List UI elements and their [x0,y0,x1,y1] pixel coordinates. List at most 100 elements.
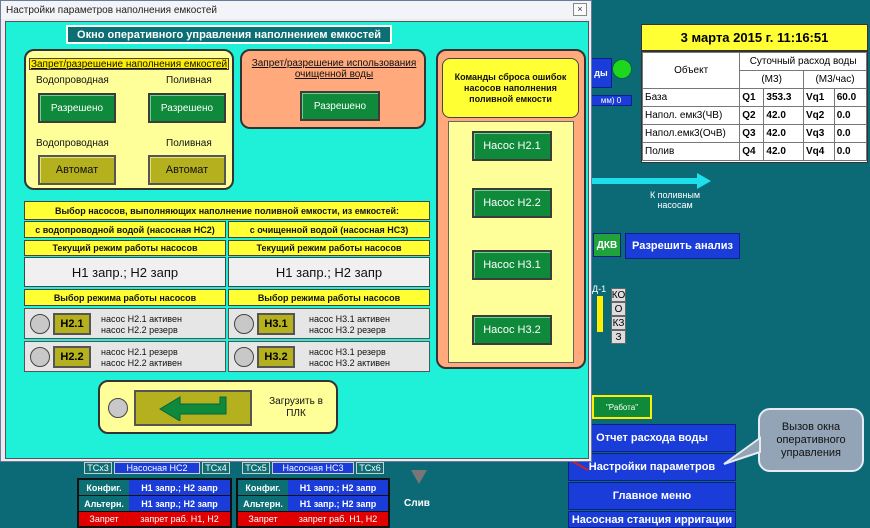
water-consumption-table: Объект Суточный расход воды (М3) (М3/час… [641,51,868,163]
status-indicator-icon [612,59,632,79]
tap-auto-button[interactable]: Автомат [38,155,116,185]
irrigation-label-2: Поливная [166,138,212,149]
fill-permission-title: Запрет/разрешение наполнения емкостей [29,58,229,70]
mode-option-h32: Н3.2 насос Н3.1 резерв насос Н3.2 активен [228,341,430,372]
station-ns3-label: Насосная НС3 [272,462,354,474]
pump-selection-title: Выбор насосов, выполняющих наполнение по… [24,201,430,220]
table-row: База Q1 353.3 Vq1 60.0 [641,88,868,107]
station-ns2-label: Насосная НС2 [114,462,200,474]
select-h31-button[interactable]: Н3.1 [257,313,295,335]
load-plc-label: Загрузить в ПЛК [269,396,323,419]
fill-permission-panel: Запрет/разрешение наполнения емкостей Во… [24,49,234,190]
mode-description: насос Н3.1 активен насос Н3.2 резерв [309,314,390,335]
clean-water-panel: Запрет/разрешение использования очищенно… [240,49,426,129]
list-item: Запрет запрет раб. Н1, Н2 [79,512,230,526]
select-h21-button[interactable]: Н2.1 [53,313,91,335]
irrigation-label: Поливная [166,75,212,86]
tap-fill-allowed-button[interactable]: Разрешено [38,93,116,123]
tcs6-label: ТСх6 [356,462,384,474]
right-source-label: с очищенной водой (насосная НС3) [228,221,430,238]
left-source-label: с водопроводной водой (насосная НС2) [24,221,226,238]
pipe [592,178,697,184]
ns3-status-panel: Конфиг. Н1 запр.; Н2 запр Альтерн. Н1 запр… [236,478,390,528]
mode-option-h31: Н3.1 насос Н3.1 активен насос Н3.2 резерв [228,308,430,339]
mode-description: насос Н3.1 резерв насос Н3.2 активен [309,347,390,368]
clean-water-allowed-button[interactable]: Разрешено [300,91,380,121]
tcs5-label: ТСх5 [242,462,270,474]
list-item: Запрет запрет раб. Н1, Н2 [238,512,388,526]
dkv-indicator: ДКВ [593,233,621,257]
mode-option-h22: Н2.2 насос Н2.1 резерв насос Н2.2 активен [24,341,226,372]
main-menu-button[interactable]: Главное меню [568,482,736,510]
settings-button[interactable]: Настройки параметров [568,453,736,481]
list-item: Конфиг. Н1 запр.; Н2 запр [238,480,388,495]
water-report-button[interactable]: Отчет расхода воды [568,424,736,452]
irrigation-station-button[interactable]: Насосная станция ирригации [568,511,736,528]
irrigation-auto-button[interactable]: Автомат [148,155,226,185]
right-current-mode-label: Текущий режим работы насосов [228,240,430,256]
reset-pump-h21-button[interactable]: Насос Н2.1 [472,131,552,161]
load-plc-panel: Загрузить в ПЛК [98,380,338,434]
col-daily: Суточный расход воды [739,52,867,71]
right-current-mode: Н1 запр.; Н2 запр [228,257,430,287]
radio-indicator-icon[interactable] [234,347,254,367]
left-select-mode-label: Выбор режима работы насосов [24,289,226,306]
load-plc-button[interactable] [134,390,252,426]
list-item: Конфиг. Н1 запр.; Н2 запр [79,480,230,495]
settings-dialog: Настройки параметров наполнения емкостей… [0,0,592,462]
reset-pump-h22-button[interactable]: Насос Н2.2 [472,188,552,218]
enter-arrow-icon [159,396,227,421]
work-status-badge: "Работа" [592,395,652,419]
close-button[interactable]: × [573,3,587,16]
table-row: Напол. емк3(ЧВ) Q2 42.0 Vq2 0.0 [641,106,868,125]
load-status-indicator-icon [108,398,128,418]
list-item: Альтерн. Н1 запр.; Н2 запр [79,496,230,511]
table-row: Полив Q4 42.0 Vq4 0.0 [641,142,868,161]
reset-pump-h32-button[interactable]: Насос Н3.2 [472,315,552,345]
clean-water-title: Запрет/разрешение использования очищенно… [251,58,417,80]
col-object: Объект [641,52,741,89]
date-display: 3 марта 2015 г. 11:16:51 [641,24,868,51]
to-pumps-label: К поливным насосам [649,190,701,210]
left-current-mode-label: Текущий режим работы насосов [24,240,226,256]
right-select-mode-label: Выбор режима работы насосов [228,289,430,306]
tcs3-label: ТСх3 [84,462,112,474]
valve-cmd-o[interactable]: О [611,302,626,316]
valve-bar [597,296,603,332]
left-current-mode: Н1 запр.; Н2 запр [24,257,226,287]
unit-m3: (М3) [739,70,804,89]
valve-cmd-ko[interactable]: КО [611,288,626,302]
partial-button[interactable]: ды [590,58,612,88]
dialog-titlebar: Настройки параметров наполнения емкостей [1,1,591,19]
dialog-title: Настройки параметров наполнения емкостей [6,4,217,16]
drain-label: Слив [404,498,430,509]
tap-water-label: Водопроводная [36,75,109,86]
flow-arrow-icon [697,173,711,189]
valve-cmd-z[interactable]: З [611,330,626,344]
radio-indicator-icon[interactable] [30,314,50,334]
dialog-header: Окно оперативного управления наполнением… [66,25,392,44]
reset-pump-h31-button[interactable]: Насос Н3.1 [472,250,552,280]
callout-pointer-icon [723,436,761,465]
select-h22-button[interactable]: Н2.2 [53,346,91,368]
radio-indicator-icon[interactable] [30,347,50,367]
level-readout: мм) 0 [590,95,632,106]
tap-water-label-2: Водопроводная [36,138,109,149]
dialog-client-area: Окно оперативного управления наполнением… [5,21,589,459]
table-row: Напол.емк3(ОчВ) Q3 42.0 Vq3 0.0 [641,124,868,143]
drain-valve-icon [411,470,427,484]
irrigation-fill-allowed-button[interactable]: Разрешено [148,93,226,123]
allow-analysis-button[interactable]: Разрешить анализ [625,233,740,259]
valve-cmd-kz[interactable]: КЗ [611,316,626,330]
mode-description: насос Н2.1 активен насос Н2.2 резерв [101,314,182,335]
mode-description: насос Н2.1 резерв насос Н2.2 активен [101,347,182,368]
callout-note: Вызов окна оперативного управления [758,408,864,472]
radio-indicator-icon[interactable] [234,314,254,334]
reset-errors-panel: Команды сброса ошибок насосов наполнения… [436,49,586,369]
tcs4-label: ТСх4 [202,462,230,474]
select-h32-button[interactable]: Н3.2 [257,346,295,368]
unit-m3h: (М3/час) [802,70,868,89]
d1-label: Д-1 [592,284,607,294]
mode-option-h21: Н2.1 насос Н2.1 активен насос Н2.2 резерв [24,308,226,339]
list-item: Альтерн. Н1 запр.; Н2 запр [238,496,388,511]
